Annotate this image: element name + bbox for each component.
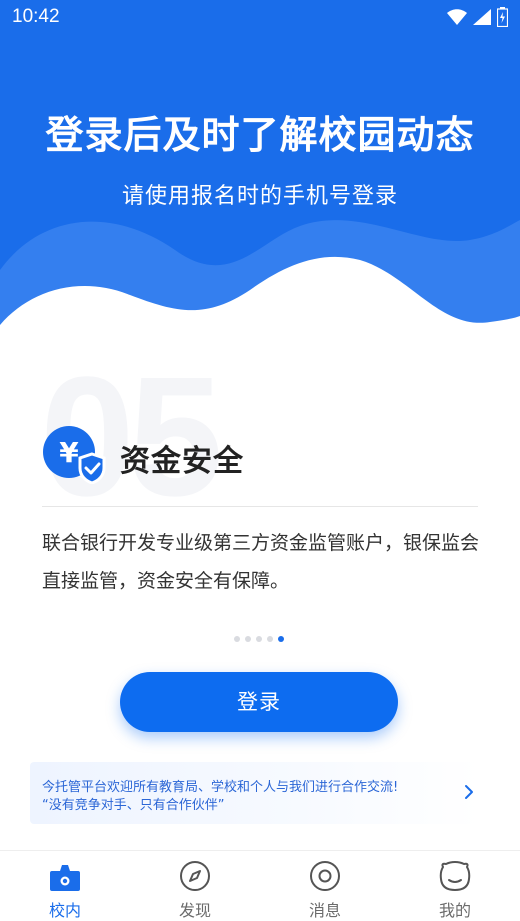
status-icons (447, 7, 508, 27)
tab-discover[interactable]: 发现 (130, 851, 260, 921)
tab-messages[interactable]: 消息 (260, 851, 390, 921)
status-time: 10:42 (12, 6, 60, 27)
tab-label: 我的 (438, 901, 471, 920)
tab-label: 校内 (48, 901, 81, 920)
compass-icon (180, 861, 210, 891)
wifi-icon (447, 9, 467, 25)
yen-shield-icon: ¥ (43, 426, 106, 484)
partnership-notice[interactable]: 今托管平台欢迎所有教育局、学校和个人与我们进行合作交流! “没有竞争对手、只有合… (30, 762, 480, 824)
school-icon (50, 865, 80, 891)
carousel-pager[interactable] (234, 636, 284, 642)
signal-icon (473, 9, 491, 25)
status-bar: 10:42 (0, 0, 520, 34)
divider (42, 506, 478, 507)
pager-dot[interactable] (245, 636, 251, 642)
pager-dot[interactable] (234, 636, 240, 642)
battery-icon (497, 7, 508, 27)
svg-text:¥: ¥ (59, 436, 79, 469)
pager-dot-active[interactable] (278, 636, 284, 642)
hero-banner (0, 0, 520, 340)
wave-decoration (0, 220, 520, 340)
hero-subtitle: 请使用报名时的手机号登录 (121, 184, 398, 209)
tab-school[interactable]: 校内 (0, 851, 130, 921)
bottom-tab-bar: 校内 发现 消息 我的 (0, 850, 520, 921)
tab-profile[interactable]: 我的 (390, 851, 520, 921)
pager-dot[interactable] (256, 636, 262, 642)
notice-line-2: “没有竞争对手、只有合作伙伴” (42, 798, 225, 813)
feature-description: 联合银行开发专业级第三方资金监管账户，银保监会直接监管，资金安全有保障。 (42, 532, 480, 592)
profile-face-icon (439, 861, 471, 891)
tab-label: 消息 (308, 901, 341, 920)
hero-title: 登录后及时了解校园动态 (45, 113, 475, 157)
pager-dot[interactable] (267, 636, 273, 642)
tab-label: 发现 (178, 901, 211, 920)
login-button[interactable]: 登录 (120, 672, 398, 732)
message-icon (310, 861, 340, 891)
chevron-right-icon (465, 785, 473, 799)
feature-title: 资金安全 (120, 444, 244, 479)
notice-line-1: 今托管平台欢迎所有教育局、学校和个人与我们进行合作交流! (42, 780, 399, 795)
